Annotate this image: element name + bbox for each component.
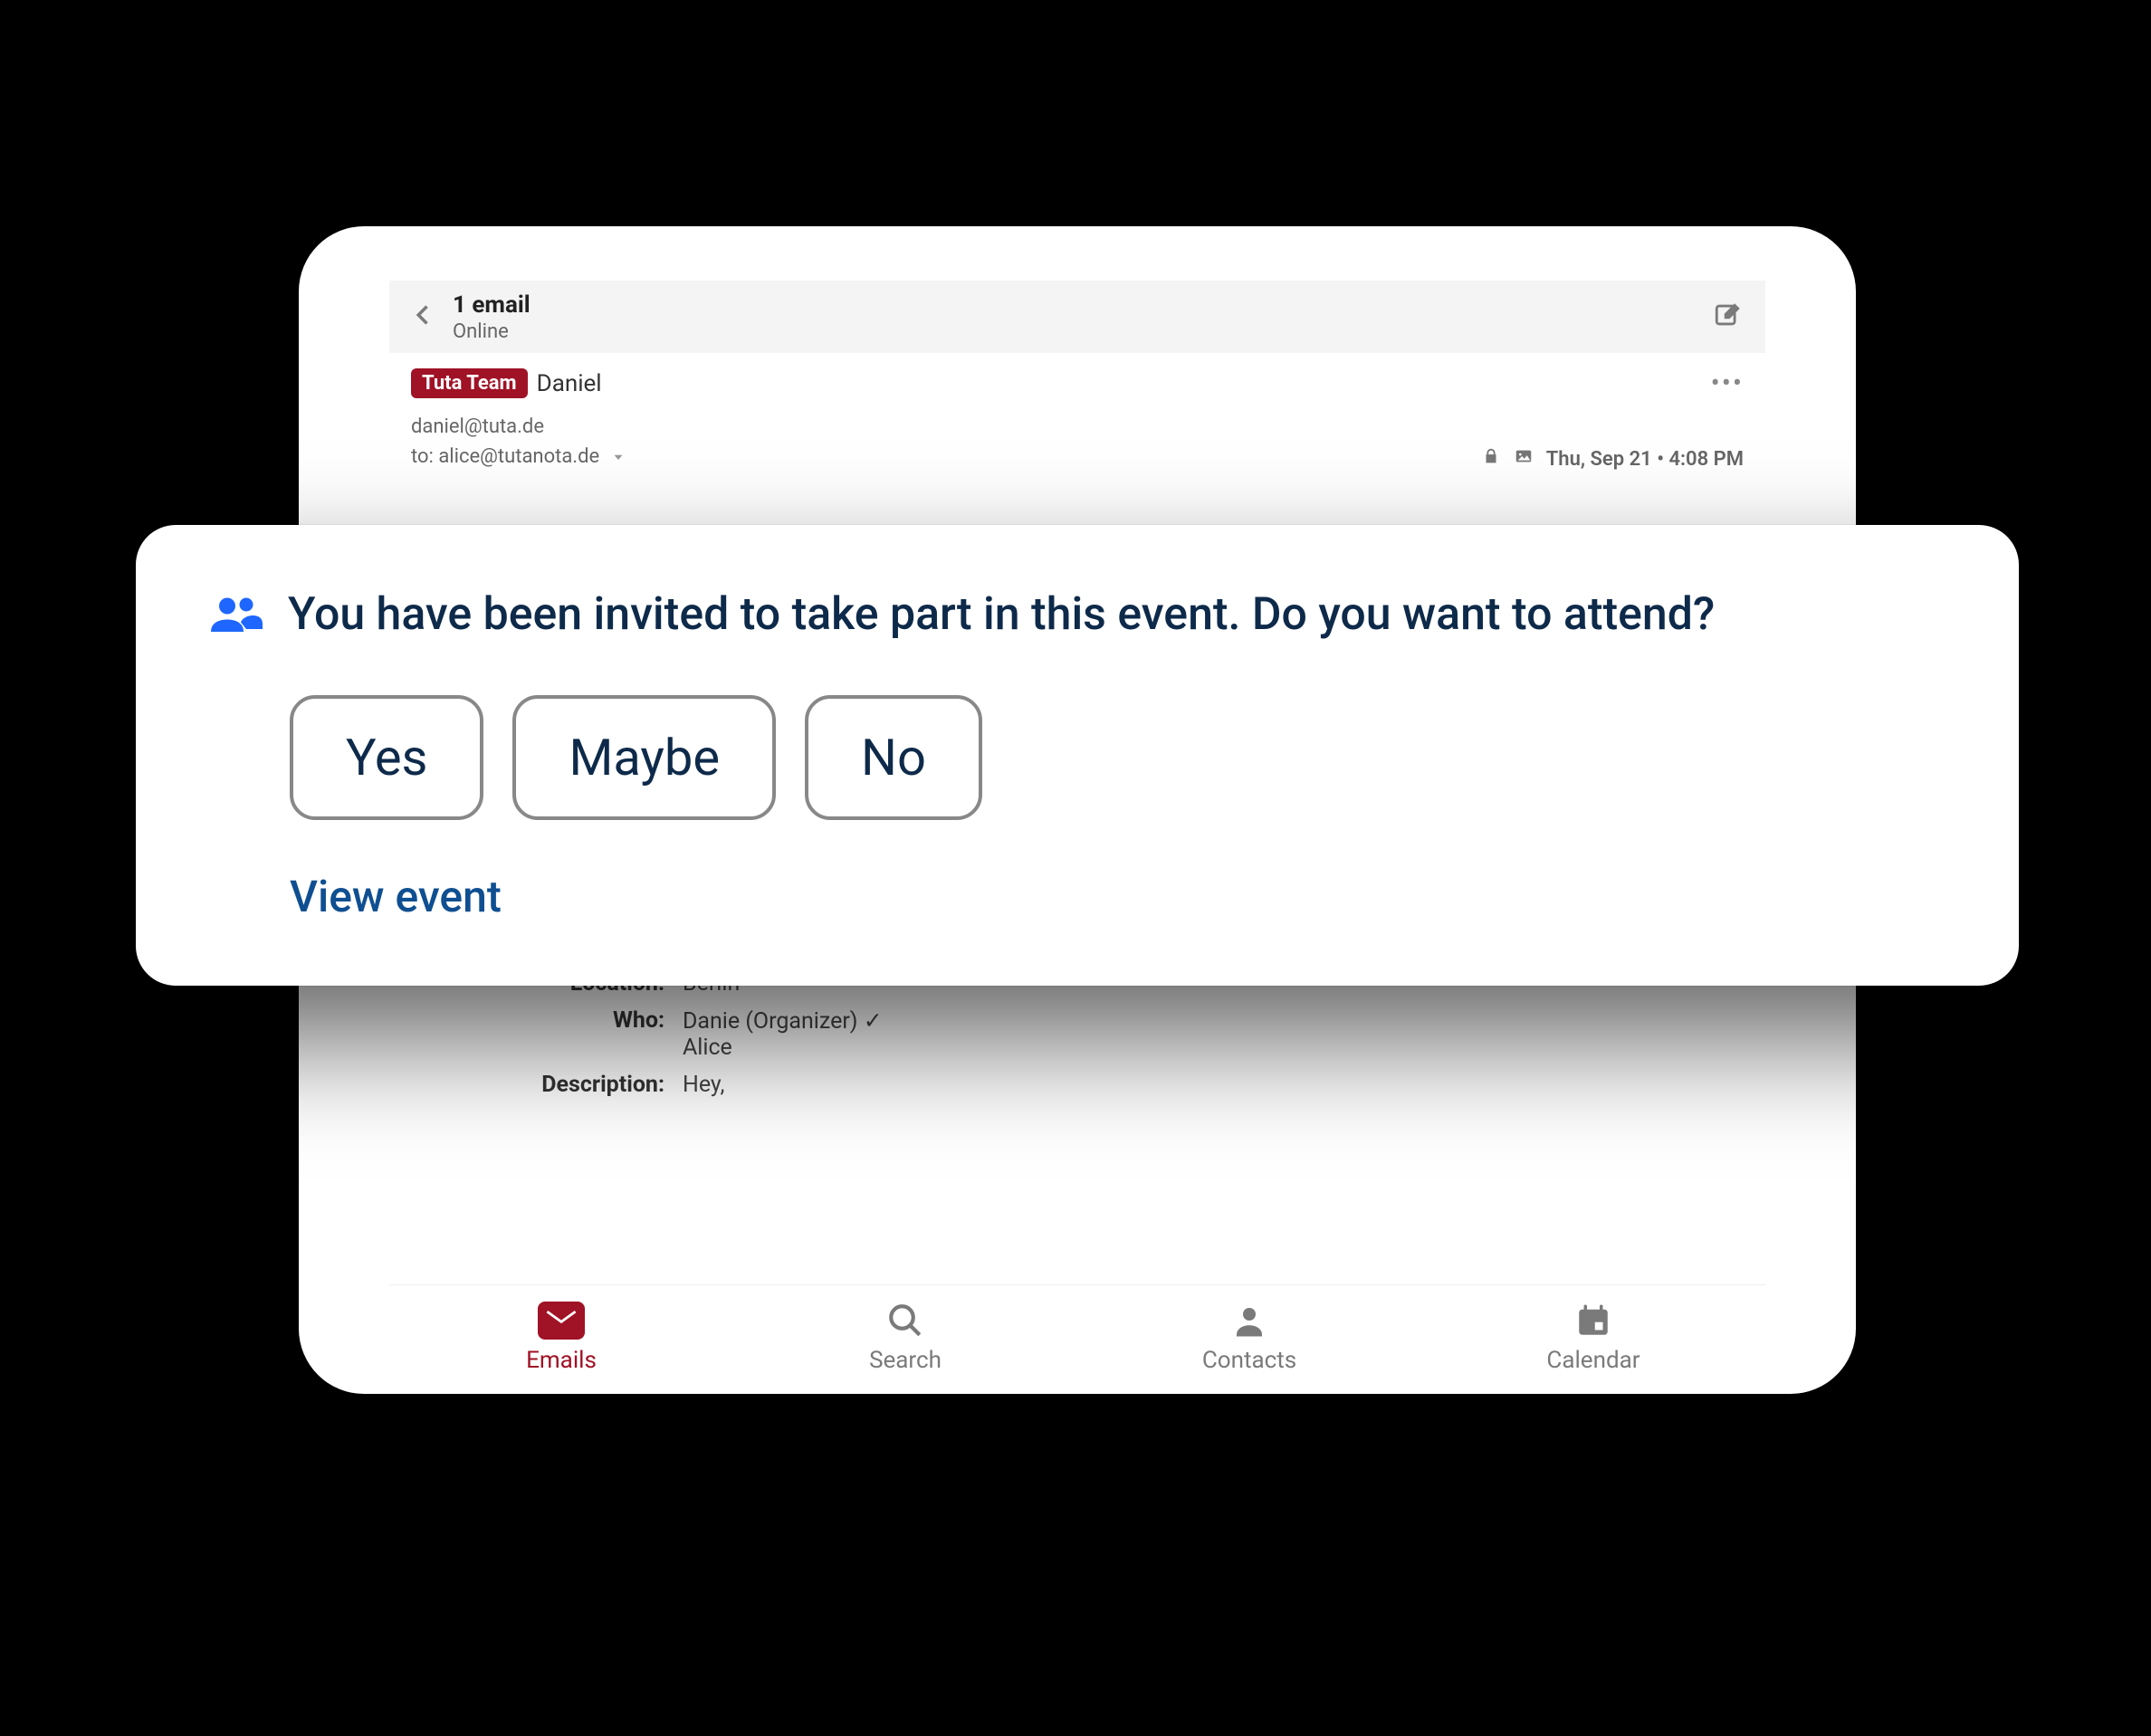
search-icon — [886, 1302, 924, 1340]
who-organizer: Danie (Organizer) ✓ — [683, 1007, 883, 1035]
invite-card: You have been invited to take part in th… — [136, 525, 2019, 986]
emails-icon — [538, 1302, 585, 1340]
nav-search[interactable]: Search — [733, 1302, 1077, 1374]
nav-emails[interactable]: Emails — [389, 1302, 733, 1374]
rsvp-no-button[interactable]: No — [805, 695, 982, 820]
sender-row: Tuta Team Daniel ••• — [389, 353, 1765, 406]
image-icon — [1514, 446, 1534, 472]
back-icon[interactable] — [411, 302, 436, 331]
chevron-down-icon[interactable] — [605, 445, 626, 468]
contacts-icon — [1230, 1302, 1268, 1340]
sender-name: Daniel — [537, 370, 602, 397]
calendar-icon — [1574, 1302, 1612, 1340]
invite-title: You have been invited to take part in th… — [288, 588, 1715, 641]
message-timestamp: Thu, Sep 21 • 4:08 PM — [1546, 448, 1744, 471]
mail-header: 1 email Online — [389, 281, 1765, 353]
compose-icon[interactable] — [1713, 300, 1744, 334]
who-label: Who: — [411, 1007, 683, 1061]
nav-contacts-label: Contacts — [1202, 1347, 1296, 1374]
view-event-link[interactable]: View event — [290, 871, 502, 922]
description-label: Description: — [411, 1072, 683, 1098]
nav-search-label: Search — [869, 1347, 942, 1374]
mail-count-label: 1 email — [453, 291, 1713, 319]
people-icon — [208, 591, 263, 638]
nav-calendar-label: Calendar — [1546, 1347, 1640, 1374]
sender-email: daniel@tuta.de — [411, 412, 626, 442]
rsvp-maybe-button[interactable]: Maybe — [512, 695, 776, 820]
who-attendee: Alice — [683, 1035, 883, 1061]
to-prefix: to: — [411, 445, 434, 468]
nav-calendar[interactable]: Calendar — [1421, 1302, 1765, 1374]
description-value: Hey, — [683, 1072, 724, 1098]
mail-status-label: Online — [453, 320, 1713, 343]
more-options-icon[interactable]: ••• — [1711, 367, 1744, 399]
nav-emails-label: Emails — [526, 1347, 597, 1374]
to-address: alice@tutanota.de — [438, 445, 599, 468]
sender-badge: Tuta Team — [411, 368, 528, 398]
rsvp-yes-button[interactable]: Yes — [290, 695, 483, 820]
address-row: daniel@tuta.de to: alice@tutanota.de — [389, 406, 1765, 484]
nav-contacts[interactable]: Contacts — [1077, 1302, 1421, 1374]
lock-icon — [1481, 446, 1501, 472]
bottom-nav: Emails Search Contacts — [389, 1284, 1765, 1394]
